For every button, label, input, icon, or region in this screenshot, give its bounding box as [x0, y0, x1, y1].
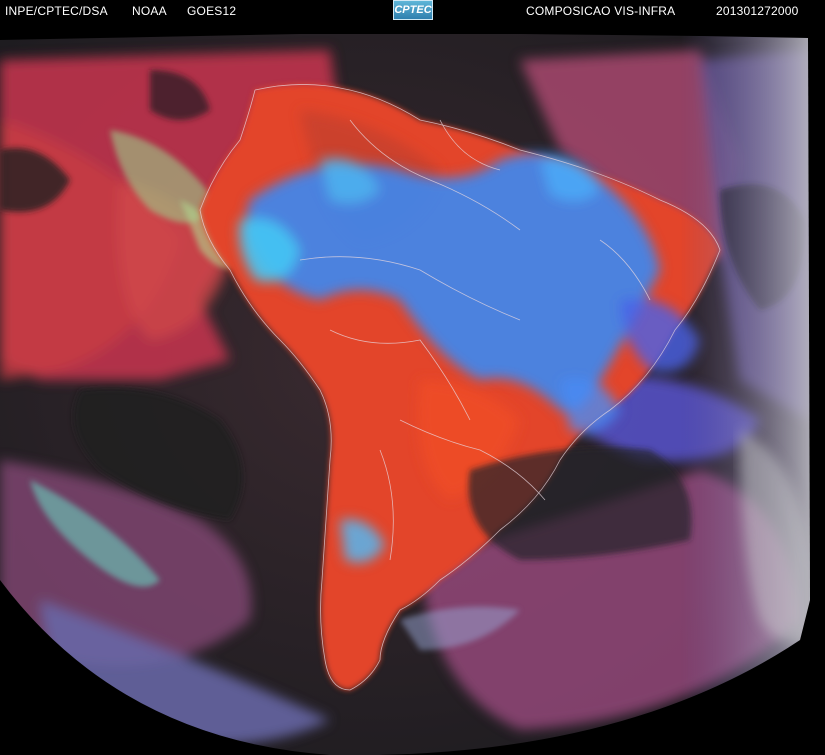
image-header-bar: INPE/CPTEC/DSA NOAA GOES12 CPTEC COMPOSI… [0, 0, 825, 22]
header-org-label: INPE/CPTEC/DSA [5, 4, 108, 18]
earth-disk [0, 34, 810, 755]
cptec-logo: CPTEC [393, 0, 433, 20]
header-product-label: COMPOSICAO VIS-INFRA [526, 4, 676, 18]
header-datetime-label: 201301272000 [716, 4, 799, 18]
header-agency-label: NOAA [132, 4, 167, 18]
satellite-image [0, 34, 810, 755]
header-satellite-label: GOES12 [187, 4, 237, 18]
